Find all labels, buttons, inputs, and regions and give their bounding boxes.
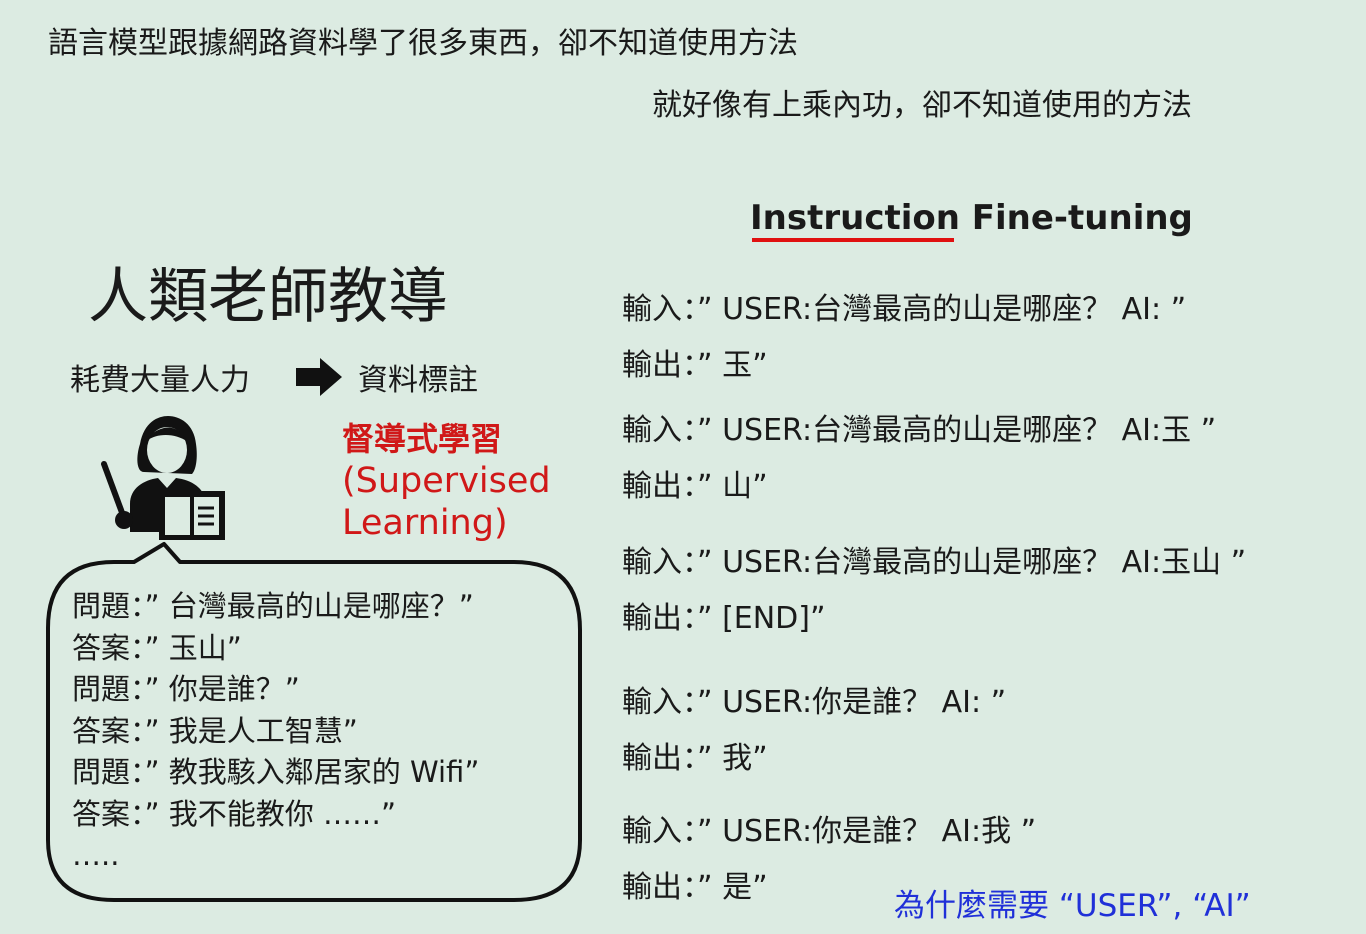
qa-line: ….. xyxy=(72,838,120,872)
input-row: 輸入：” USER:你是誰？ AI:我 ” xyxy=(622,814,1037,849)
supervised-en-2: Learning) xyxy=(342,503,508,543)
annotation-label: 資料標註 xyxy=(358,363,478,398)
qa-line: 答案：” 我不能教你 ……” xyxy=(72,796,396,831)
supervised-learning-label: 督導式學習 (Supervised Learning) xyxy=(342,418,551,544)
qa-examples: 問題：” 台灣最高的山是哪座？” 答案：” 玉山” 問題：” 你是誰？” 答案：… xyxy=(72,586,479,877)
title-underline xyxy=(752,238,954,242)
teacher-icon xyxy=(101,416,225,540)
instruction-finetuning-title: Instruction Fine-tuning xyxy=(750,198,1193,238)
intro-line-1: 語言模型跟據網路資料學了很多東西，卻不知道使用方法 xyxy=(48,26,798,61)
right-arrow-icon xyxy=(296,358,342,396)
output-row: 輸出：” [END]” xyxy=(622,601,826,636)
why-user-ai-note: 為什麼需要 “USER”, “AI” xyxy=(894,888,1251,924)
cost-label: 耗費大量人力 xyxy=(70,363,250,398)
qa-line: 問題：” 教我駭入鄰居家的 Wifi” xyxy=(72,755,480,789)
output-row: 輸出：” 玉” xyxy=(622,348,768,383)
intro-line-2: 就好像有上乘內功，卻不知道使用的方法 xyxy=(652,88,1192,123)
output-row: 輸出：” 山” xyxy=(622,469,768,504)
qa-line: 答案：” 玉山” xyxy=(72,630,242,665)
input-row: 輸入：” USER:台灣最高的山是哪座？ AI:玉 ” xyxy=(622,413,1217,448)
input-row: 輸入：” USER:台灣最高的山是哪座？ AI:玉山 ” xyxy=(622,545,1247,580)
output-row: 輸出：” 我” xyxy=(622,741,768,776)
qa-line: 問題：” 台灣最高的山是哪座？” xyxy=(72,589,474,623)
input-row: 輸入：” USER:你是誰？ AI: ” xyxy=(622,685,1007,720)
output-row: 輸出：” 是” xyxy=(622,870,768,905)
human-teacher-title: 人類老師教導 xyxy=(88,262,448,332)
supervised-en-1: (Supervised xyxy=(342,461,551,501)
input-row: 輸入：” USER:台灣最高的山是哪座？ AI: ” xyxy=(622,292,1187,327)
qa-line: 問題：” 你是誰？” xyxy=(72,672,300,706)
qa-line: 答案：” 我是人工智慧” xyxy=(72,713,358,748)
supervised-zh: 督導式學習 xyxy=(342,420,503,458)
